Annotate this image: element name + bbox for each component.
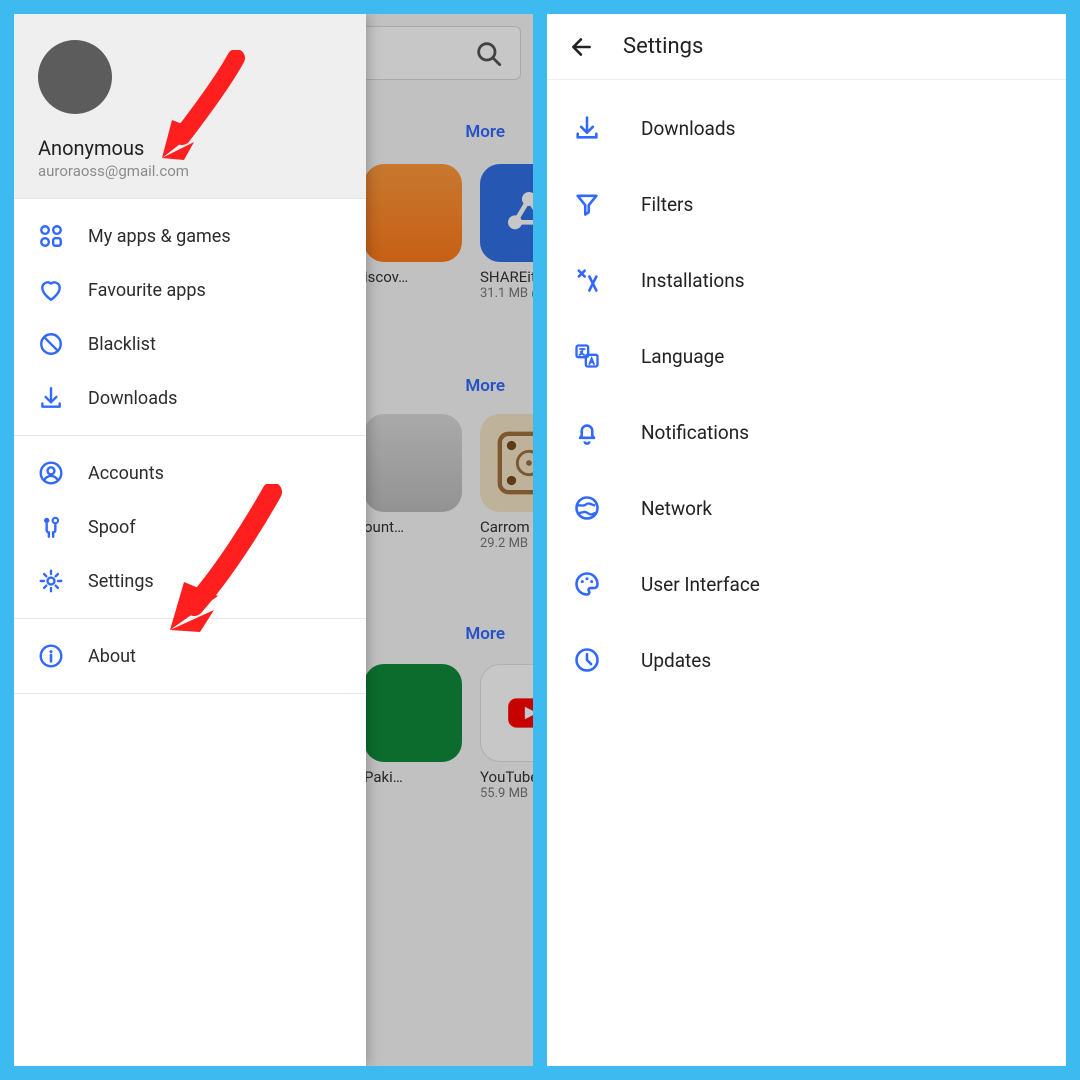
heart-icon xyxy=(38,277,64,303)
install-icon xyxy=(573,266,601,294)
filter-icon xyxy=(573,190,601,218)
app-name: Carrom Poo… xyxy=(480,518,533,536)
app-name: iscov… xyxy=(364,268,462,286)
drawer-item-label: Blacklist xyxy=(88,334,156,355)
app-icon xyxy=(364,164,462,262)
app-icon xyxy=(480,414,533,512)
settings-icon xyxy=(38,568,64,594)
app-meta: 29.2 MB xyxy=(480,536,533,551)
drawer-item-block[interactable]: Blacklist xyxy=(14,317,366,371)
settings-item-updates[interactable]: Updates xyxy=(547,622,1066,698)
settings-item-label: Network xyxy=(641,497,712,520)
drawer-item-label: Spoof xyxy=(88,517,136,538)
settings-item-language[interactable]: Language xyxy=(547,318,1066,394)
app-card[interactable]: YouTube Kid…55.9 MB xyxy=(480,664,533,801)
drawer-item-settings[interactable]: Settings xyxy=(14,554,366,608)
settings-item-label: User Interface xyxy=(641,573,760,596)
section-more-link[interactable]: More xyxy=(465,122,505,142)
updates-icon xyxy=(573,646,601,674)
app-name: SHAREit - Tr… xyxy=(480,268,533,286)
app-meta: 31.1 MB✓ xyxy=(480,286,533,301)
app-card[interactable]: ount… xyxy=(364,414,462,551)
app-name: Paki… xyxy=(364,768,462,786)
drawer-item-label: Settings xyxy=(88,571,154,592)
app-name: YouTube Kid… xyxy=(480,768,533,786)
profile-header[interactable]: Anonymous auroraoss@gmail.com xyxy=(14,14,366,199)
drawer-item-label: Favourite apps xyxy=(88,280,206,301)
language-icon xyxy=(573,342,601,370)
settings-item-filter[interactable]: Filters xyxy=(547,166,1066,242)
drawer-item-account[interactable]: Accounts xyxy=(14,446,366,500)
app-row: iscov…SHAREit - Tr…31.1 MB✓ xyxy=(364,164,521,301)
block-icon xyxy=(38,331,64,357)
settings-item-install[interactable]: Installations xyxy=(547,242,1066,318)
drawer-screenshot: es More More More iscov…SHAREit - Tr…31.… xyxy=(14,14,533,1066)
app-card[interactable]: SHAREit - Tr…31.1 MB✓ xyxy=(480,164,533,301)
globe-icon xyxy=(573,494,601,522)
settings-item-label: Updates xyxy=(641,649,711,672)
settings-item-label: Notifications xyxy=(641,421,749,444)
drawer-item-apps[interactable]: My apps & games xyxy=(14,209,366,263)
settings-item-label: Filters xyxy=(641,193,693,216)
apps-icon xyxy=(38,223,64,249)
download-icon xyxy=(573,114,601,142)
app-card[interactable]: Paki… xyxy=(364,664,462,801)
settings-item-globe[interactable]: Network xyxy=(547,470,1066,546)
settings-header: Settings xyxy=(547,14,1066,80)
app-icon xyxy=(480,164,533,262)
verified-icon: ✓ xyxy=(532,287,533,301)
palette-icon xyxy=(573,570,601,598)
drawer-item-label: My apps & games xyxy=(88,226,231,247)
section-more-link[interactable]: More xyxy=(465,624,505,644)
app-card[interactable]: iscov… xyxy=(364,164,462,301)
settings-item-label: Language xyxy=(641,345,724,368)
profile-email: auroraoss@gmail.com xyxy=(38,162,342,180)
back-icon[interactable] xyxy=(569,34,595,60)
drawer-item-label: About xyxy=(88,646,136,667)
drawer-item-label: Accounts xyxy=(88,463,164,484)
account-icon xyxy=(38,460,64,486)
bell-icon xyxy=(573,418,601,446)
app-icon xyxy=(364,414,462,512)
settings-list: Downloads Filters Installations Language Not… xyxy=(547,80,1066,708)
app-card[interactable]: Carrom Poo…29.2 MB xyxy=(480,414,533,551)
settings-title: Settings xyxy=(623,34,703,59)
search-icon xyxy=(474,39,502,67)
info-icon xyxy=(38,643,64,669)
settings-item-palette[interactable]: User Interface xyxy=(547,546,1066,622)
app-icon xyxy=(364,664,462,762)
nav-drawer: Anonymous auroraoss@gmail.com My apps & … xyxy=(14,14,366,1066)
settings-item-label: Downloads xyxy=(641,117,735,140)
settings-item-download[interactable]: Downloads xyxy=(547,90,1066,166)
avatar xyxy=(38,40,112,114)
settings-item-bell[interactable]: Notifications xyxy=(547,394,1066,470)
app-row: Paki…YouTube Kid…55.9 MB xyxy=(364,664,521,801)
drawer-item-download[interactable]: Downloads xyxy=(14,371,366,425)
drawer-item-info[interactable]: About xyxy=(14,629,366,683)
download-icon xyxy=(38,385,64,411)
app-name: ount… xyxy=(364,518,462,536)
section-more-link[interactable]: More xyxy=(465,376,505,396)
app-icon xyxy=(480,664,533,762)
settings-screenshot: Settings Downloads Filters Installations La… xyxy=(547,14,1066,1066)
drawer-item-spoof[interactable]: Spoof xyxy=(14,500,366,554)
profile-username: Anonymous xyxy=(38,136,342,160)
drawer-item-heart[interactable]: Favourite apps xyxy=(14,263,366,317)
drawer-item-label: Downloads xyxy=(88,388,177,409)
app-row: ount…Carrom Poo…29.2 MB xyxy=(364,414,521,551)
settings-item-label: Installations xyxy=(641,269,745,292)
spoof-icon xyxy=(38,514,64,540)
app-meta: 55.9 MB xyxy=(480,786,533,801)
